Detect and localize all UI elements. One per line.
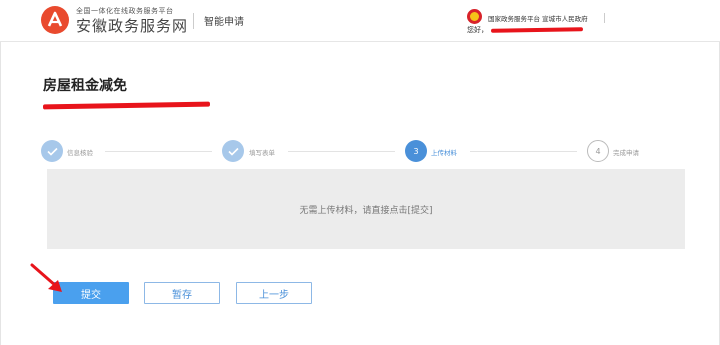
redaction-mark (490, 27, 584, 33)
save-draft-button[interactable]: 暂存 (144, 282, 220, 304)
step-connector (288, 151, 395, 152)
national-emblem-icon (467, 9, 482, 24)
step-connector (105, 151, 212, 152)
step-4-number: 4 (595, 146, 601, 156)
annotation-arrow-icon (30, 263, 62, 292)
gov-divider (604, 13, 605, 23)
step-4-circle: 4 (587, 140, 609, 162)
step-3-label: 上传材料 (431, 149, 457, 157)
prev-step-button[interactable]: 上一步 (236, 282, 312, 304)
no-upload-message: 无需上传材料，请直接点击[提交] (299, 205, 433, 216)
check-icon (227, 147, 239, 156)
step-2-circle (222, 140, 244, 162)
gov-platform-link[interactable]: 国家政务服务平台 宣城市人民政府 (488, 13, 588, 23)
header: 全国一体化在线政务服务平台 安徽政务服务网 智能申请 国家政务服务平台 宣城市人… (0, 0, 720, 42)
step-1-circle (41, 140, 63, 162)
progress-steps: 信息核验 填写表单 3 上传材料 4 完成申请 (0, 140, 720, 164)
step-connector (470, 151, 577, 152)
step-1-label: 信息核验 (67, 149, 93, 157)
anhui-logo-icon[interactable] (40, 5, 70, 35)
greeting-text: 您好， (467, 26, 488, 34)
upload-materials-panel: 无需上传材料，请直接点击[提交] (47, 169, 685, 249)
step-3-circle: 3 (405, 140, 427, 162)
brand-name[interactable]: 安徽政务服务网 (76, 15, 188, 36)
step-4-label: 完成申请 (613, 149, 639, 157)
header-divider (193, 13, 194, 29)
check-icon (46, 147, 58, 156)
header-subtitle: 智能申请 (204, 17, 244, 28)
page-title: 房屋租金减免 (43, 78, 127, 94)
step-2-label: 填写表单 (249, 149, 275, 157)
step-3-number: 3 (413, 146, 419, 156)
